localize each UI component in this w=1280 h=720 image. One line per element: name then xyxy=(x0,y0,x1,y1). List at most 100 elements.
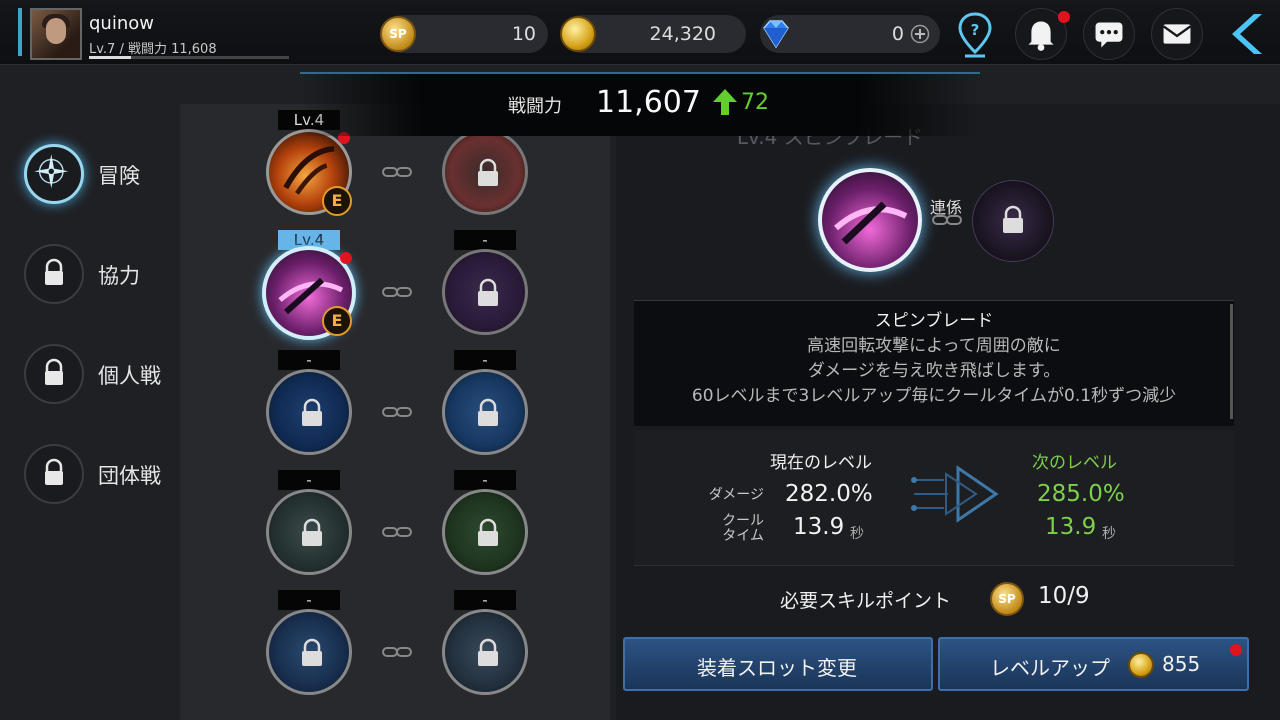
gold-coin-icon xyxy=(560,16,596,52)
skill-slot-locked[interactable] xyxy=(266,489,352,575)
link-chain-icon xyxy=(382,167,412,177)
notification-dot xyxy=(1058,11,1070,23)
lock-icon xyxy=(302,398,322,426)
equipped-badge: E xyxy=(322,186,352,216)
nav-coop-label[interactable]: 協力 xyxy=(98,260,140,290)
skill-slot-locked[interactable] xyxy=(442,369,528,455)
cooldown-label: タイム xyxy=(722,528,764,544)
back-button[interactable] xyxy=(1222,8,1268,60)
player-avatar[interactable] xyxy=(30,8,82,60)
exp-bar xyxy=(89,56,289,59)
lock-icon xyxy=(45,258,63,285)
player-level-power: Lv.7 / 戦闘力 11,608 xyxy=(89,42,217,57)
back-arrow-icon xyxy=(1232,14,1262,54)
skill-slot-locked[interactable] xyxy=(266,609,352,695)
lock-icon xyxy=(45,458,63,485)
gold-coin-icon xyxy=(1128,652,1154,678)
skill-level-tag: - xyxy=(278,350,340,370)
nav-solo-battle-button[interactable] xyxy=(24,344,84,404)
sp-value: 10 xyxy=(511,23,536,45)
diamond-icon xyxy=(763,20,789,49)
lock-icon xyxy=(478,278,498,306)
combat-power-value: 11,607 xyxy=(596,85,701,120)
link-chain-icon xyxy=(382,647,412,657)
lock-icon xyxy=(302,638,322,666)
skill-slot-locked[interactable] xyxy=(266,369,352,455)
spin-blade-icon xyxy=(834,201,908,245)
up-arrow-icon xyxy=(713,89,737,115)
location-help-icon[interactable]: ? xyxy=(955,8,995,60)
cooldown-label: クール xyxy=(722,513,764,529)
nav-adventure-label[interactable]: 冒険 xyxy=(98,160,140,190)
lock-icon xyxy=(478,638,498,666)
skill-slot-locked[interactable] xyxy=(442,129,528,215)
divider xyxy=(634,565,1234,566)
mail-button[interactable] xyxy=(1151,8,1203,60)
linked-skill-locked[interactable] xyxy=(972,180,1054,262)
gold-currency: 24,320 xyxy=(560,15,746,53)
required-sp-label: 必要スキルポイント xyxy=(780,590,952,612)
link-chain-icon xyxy=(382,407,412,417)
level-up-label: レベルアップ xyxy=(990,656,1110,680)
seconds-unit: 秒 xyxy=(850,526,864,542)
damage-label: ダメージ xyxy=(708,487,764,503)
skill-name: スピンブレード xyxy=(874,311,994,331)
equip-slot-change-button[interactable]: 装着スロット変更 xyxy=(623,637,933,691)
next-damage: 285.0% xyxy=(1037,481,1125,507)
mail-icon xyxy=(1162,24,1192,44)
lock-icon xyxy=(478,518,498,546)
diamond-currency: 0 xyxy=(760,15,940,53)
link-chain-icon xyxy=(382,287,412,297)
notification-dot xyxy=(1230,644,1242,656)
link-chain-icon xyxy=(932,215,962,225)
current-cooldown: 13.9 xyxy=(793,514,845,540)
level-up-cost: 855 xyxy=(1162,652,1201,676)
skill-level-tag: - xyxy=(454,470,516,490)
notification-dot xyxy=(340,252,352,264)
link-chain-icon xyxy=(382,527,412,537)
description-line: ダメージを与え吹き飛ばします。 xyxy=(807,361,1061,381)
skill-slot-locked[interactable] xyxy=(442,249,528,335)
description-line: 60レベルまで3レベルアップ毎にクールタイムが0.1秒ずつ減少 xyxy=(691,386,1177,406)
lock-icon xyxy=(45,358,63,385)
seconds-unit: 秒 xyxy=(1102,526,1116,542)
skill-slot-locked[interactable] xyxy=(442,489,528,575)
nav-team-battle-label[interactable]: 団体戦 xyxy=(98,460,161,490)
nav-team-battle-button[interactable] xyxy=(24,444,84,504)
selected-skill-icon xyxy=(818,168,922,272)
equip-slot-change-label: 装着スロット変更 xyxy=(697,656,857,680)
chat-button[interactable] xyxy=(1083,8,1135,60)
skill-level-tag: - xyxy=(454,590,516,610)
combat-power-increase: 72 xyxy=(741,90,769,115)
sp-currency: SP 10 xyxy=(380,15,548,53)
equipped-badge: E xyxy=(322,306,352,336)
lock-icon xyxy=(478,398,498,426)
nav-solo-battle-label[interactable]: 個人戦 xyxy=(98,360,161,390)
compass-icon xyxy=(34,154,69,189)
diamond-value: 0 xyxy=(891,23,904,45)
description-scrollbar[interactable] xyxy=(1230,304,1233,419)
nav-coop-button[interactable] xyxy=(24,244,84,304)
accent-stripe xyxy=(18,8,22,56)
current-level-label: 現在のレベル xyxy=(770,453,872,473)
description-line: 高速回転攻撃によって周囲の敵に xyxy=(807,336,1061,356)
combat-power-label: 戦闘力 xyxy=(508,96,562,117)
skill-level-tag: - xyxy=(278,470,340,490)
add-diamond-icon[interactable] xyxy=(910,24,930,44)
next-level-arrow-icon xyxy=(911,465,999,523)
level-up-button[interactable]: レベルアップ 855 xyxy=(938,637,1249,691)
player-name: quinow xyxy=(89,13,154,34)
lock-icon xyxy=(478,158,498,186)
svg-text:?: ? xyxy=(971,21,980,39)
skill-level-tag: - xyxy=(278,590,340,610)
notification-button[interactable] xyxy=(1015,8,1070,60)
current-damage: 282.0% xyxy=(785,481,873,507)
skill-slot-locked[interactable] xyxy=(442,609,528,695)
lock-icon xyxy=(1003,205,1023,233)
next-cooldown: 13.9 xyxy=(1045,514,1097,540)
skill-point-icon: SP xyxy=(990,582,1024,616)
nav-adventure-button[interactable] xyxy=(24,144,84,204)
next-level-label: 次のレベル xyxy=(1032,453,1117,473)
skill-level-tag: - xyxy=(454,230,516,250)
skill-level-tag: - xyxy=(454,350,516,370)
